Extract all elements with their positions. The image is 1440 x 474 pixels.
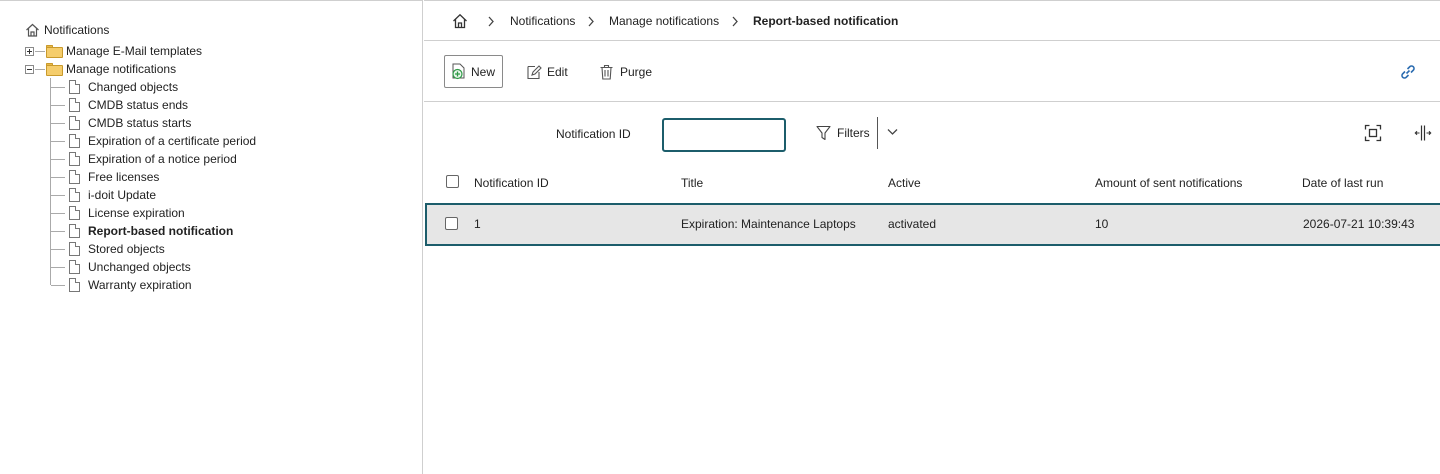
tree-item-label: Expiration of a notice period [88,152,237,166]
column-header-notification-id[interactable]: Notification ID [474,176,549,190]
tree-item-label: CMDB status ends [88,98,189,112]
tree-item[interactable]: Changed objects [88,78,178,96]
filters-button-label: Filters [837,126,870,140]
tree-item[interactable]: Expiration of a certificate period [88,132,256,150]
tree-folder-label: Manage E-Mail templates [66,44,203,58]
expand-toggle-icon[interactable] [25,47,34,56]
collapse-toggle-icon[interactable] [25,65,34,74]
tree-item[interactable]: Stored objects [88,240,165,258]
main-panel: Notifications Manage notifications Repor… [424,0,1440,474]
tree-item[interactable]: Warranty expiration [88,276,192,294]
cell-last-run: 2026-07-21 10:39:43 [1303,217,1415,231]
filter-field-label: Notification ID [556,127,631,141]
home-icon [26,23,39,37]
tree-item-label: Unchanged objects [88,260,191,274]
tree-root-notifications[interactable]: Notifications [25,21,109,39]
tree-item-label: Warranty expiration [88,278,192,292]
tree-folder-manage-notifications[interactable]: Manage notifications [66,60,176,78]
cell-active: activated [888,217,937,231]
trash-icon [600,64,613,80]
toolbar: New Edit Purge [424,41,1440,102]
column-header-active[interactable]: Active [888,176,921,190]
filter-icon [816,125,831,141]
tree-item[interactable]: Unchanged objects [88,258,191,276]
breadcrumb-item-manage-notifications[interactable]: Manage notifications [609,14,719,28]
edit-button[interactable]: Edit [526,55,568,88]
breadcrumb-current: Report-based notification [753,14,899,28]
navigation-tree: Notifications Manage E-Mail templates Ma… [0,0,423,474]
document-icon [69,260,80,274]
document-icon [69,224,80,238]
tree-item-label: i-doit Update [88,188,157,202]
cell-notification-id: 1 [474,217,481,231]
tree-folder-email-templates[interactable]: Manage E-Mail templates [66,42,202,60]
purge-button[interactable]: Purge [599,55,652,88]
tree-item-label: CMDB status starts [88,116,192,130]
tree-item-label: License expiration [88,206,185,220]
chevron-right-icon [488,16,494,27]
link-icon[interactable] [1399,63,1417,81]
edit-icon [527,64,542,79]
document-icon [69,242,80,256]
tree-item[interactable]: Report-based notification [88,222,233,240]
tree-item-label: Report-based notification [88,224,234,238]
document-icon [69,134,80,148]
document-icon [69,188,80,202]
column-header-last-run[interactable]: Date of last run [1302,176,1383,190]
folder-icon [46,45,63,58]
table-row[interactable]: 1 Expiration: Maintenance Laptops activa… [425,203,1440,246]
purge-button-label: Purge [620,64,653,79]
tree-item[interactable]: License expiration [88,204,185,222]
tree-item[interactable]: CMDB status ends [88,96,188,114]
select-all-checkbox[interactable] [446,175,459,188]
document-icon [69,206,80,220]
table-header: Notification ID Title Active Amount of s… [424,162,1440,202]
new-button-label: New [471,64,496,79]
tree-item-label: Free licenses [88,170,160,184]
tree-item-label: Stored objects [88,242,165,256]
breadcrumb-item-notifications[interactable]: Notifications [510,14,575,28]
document-icon [69,152,80,166]
column-header-amount[interactable]: Amount of sent notifications [1095,176,1242,190]
row-checkbox[interactable] [445,217,458,230]
cell-title: Expiration: Maintenance Laptops [681,217,856,231]
document-icon [69,278,80,292]
tree-folder-label: Manage notifications [66,62,177,76]
add-document-icon [452,63,465,80]
edit-button-label: Edit [547,64,568,79]
notification-id-filter-input[interactable] [662,118,786,152]
folder-open-icon [46,63,63,76]
document-icon [69,170,80,184]
document-icon [69,116,80,130]
column-header-title[interactable]: Title [681,176,703,190]
tree-item[interactable]: Expiration of a notice period [88,150,237,168]
tree-item[interactable]: Free licenses [88,168,159,186]
breadcrumb: Notifications Manage notifications Repor… [424,1,1440,41]
tree-item-label: Changed objects [88,80,179,94]
tree-root-label: Notifications [44,23,110,37]
new-button[interactable]: New [444,55,504,88]
chevron-right-icon [588,16,594,27]
tree-item[interactable]: CMDB status starts [88,114,191,132]
document-icon [69,98,80,112]
fit-screen-icon[interactable] [1364,124,1382,142]
filters-button[interactable]: Filters [816,124,870,142]
tree-item-label: Expiration of a certificate period [88,134,257,148]
cell-amount: 10 [1095,217,1109,231]
tree-item[interactable]: i-doit Update [88,186,156,204]
home-icon[interactable] [452,13,468,29]
filter-bar: Notification ID Filters [424,102,1440,162]
resize-columns-icon[interactable] [1414,124,1432,142]
document-icon [69,80,80,94]
chevron-down-icon[interactable] [887,128,898,136]
chevron-right-icon [732,16,738,27]
